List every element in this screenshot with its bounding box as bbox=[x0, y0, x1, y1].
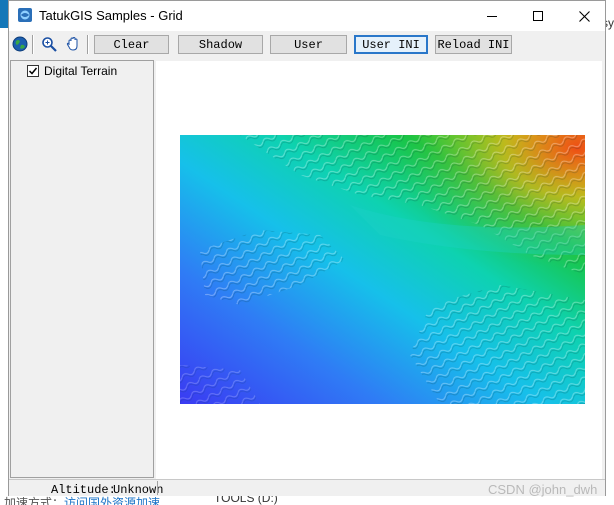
user-button[interactable]: User bbox=[270, 35, 347, 54]
app-window: TatukGIS Samples - Grid Clear Shadow Use… bbox=[8, 0, 606, 497]
reload-ini-button[interactable]: Reload INI bbox=[435, 35, 512, 54]
app-globe-icon bbox=[18, 8, 32, 22]
background-drive-label: TOOLS (D:) bbox=[214, 496, 278, 505]
legend-panel: Digital Terrain bbox=[10, 60, 154, 478]
globe-icon[interactable] bbox=[12, 36, 28, 52]
checkmark-icon bbox=[28, 67, 38, 75]
title-bar[interactable]: TatukGIS Samples - Grid bbox=[9, 1, 605, 31]
zoom-icon[interactable] bbox=[41, 36, 57, 52]
minimize-button[interactable] bbox=[469, 1, 515, 31]
toolbar: Clear Shadow User User INI Reload INI bbox=[9, 31, 605, 58]
clear-button[interactable]: Clear bbox=[94, 35, 169, 54]
close-button[interactable] bbox=[561, 1, 607, 31]
maximize-icon bbox=[532, 10, 543, 21]
maximize-button[interactable] bbox=[515, 1, 561, 31]
desktop-background-bottom: 加速方式： 访问国外资源加速 TOOLS (D:) bbox=[0, 496, 614, 505]
desktop-edge bbox=[0, 0, 8, 28]
background-text: 加速方式： bbox=[4, 496, 65, 505]
minimize-icon bbox=[486, 15, 497, 17]
window-title: TatukGIS Samples - Grid bbox=[39, 8, 183, 23]
user-ini-button[interactable]: User INI bbox=[354, 35, 428, 54]
watermark: CSDN @john_dwh bbox=[488, 482, 598, 497]
altitude-value: Unknown bbox=[113, 483, 164, 497]
layer-visibility-checkbox[interactable] bbox=[27, 65, 39, 77]
toolbar-separator bbox=[87, 35, 89, 54]
shadow-button[interactable]: Shadow bbox=[178, 35, 263, 54]
close-icon bbox=[578, 10, 590, 22]
map-viewer[interactable] bbox=[156, 61, 602, 479]
toolbar-separator bbox=[32, 35, 34, 54]
pan-hand-icon[interactable] bbox=[65, 36, 81, 52]
terrain-grid-image bbox=[180, 135, 585, 404]
background-link: 访问国外资源加速 bbox=[64, 496, 161, 505]
status-separator bbox=[157, 481, 158, 495]
layer-item[interactable]: Digital Terrain bbox=[27, 64, 117, 78]
altitude-label: Altitude: bbox=[51, 483, 116, 497]
layer-label: Digital Terrain bbox=[44, 64, 118, 78]
